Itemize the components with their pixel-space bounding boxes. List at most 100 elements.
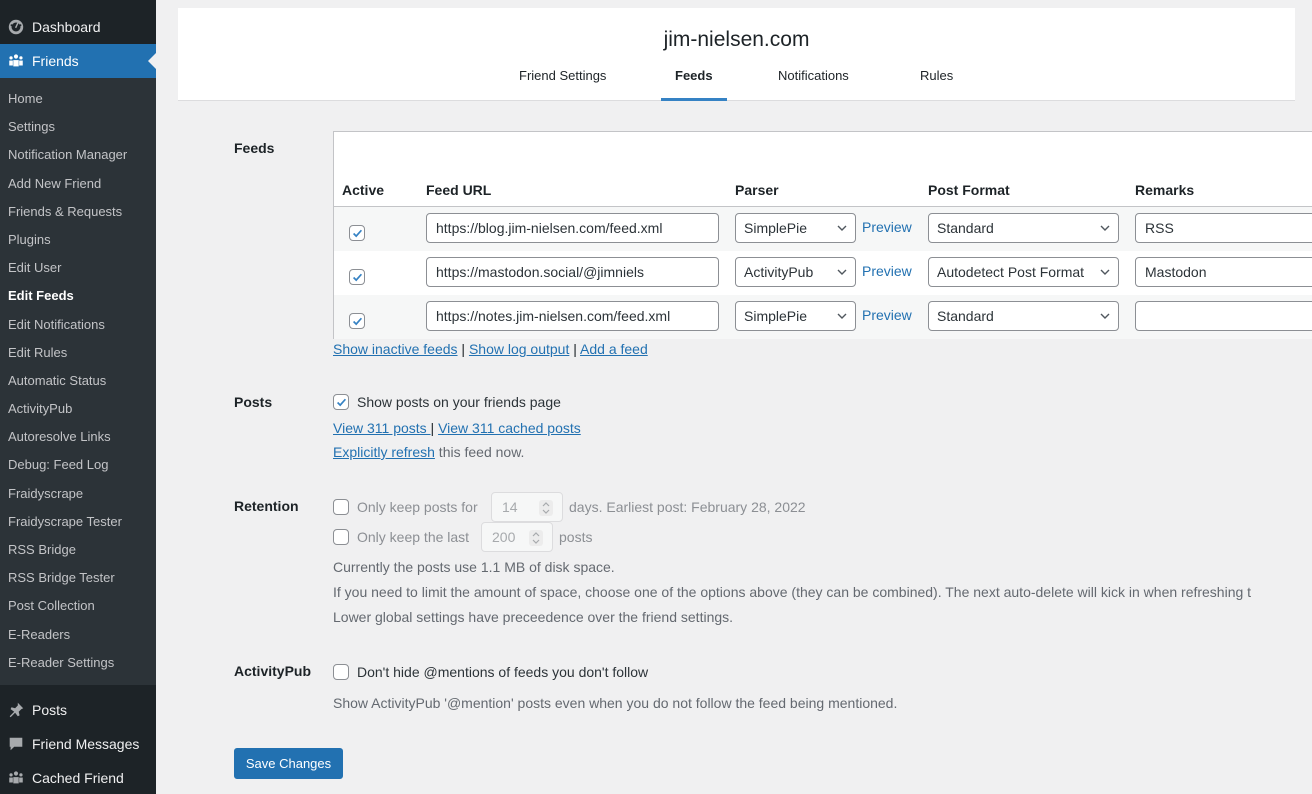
keep-last-prefix: Only keep the last [357, 529, 470, 545]
admin-sidebar: Dashboard Friends Home Settings Notifica… [0, 0, 156, 794]
tab-friend-settings[interactable]: Friend Settings [519, 68, 606, 101]
save-changes-button[interactable]: Save Changes [234, 748, 343, 779]
submenu-item-edit-feeds[interactable]: Edit Feeds [0, 282, 156, 310]
dashboard-icon [6, 17, 26, 37]
submenu-item-fraidyscrape-tester[interactable]: Fraidyscrape Tester [0, 508, 156, 536]
remarks-input[interactable] [1135, 301, 1312, 331]
show-inactive-feeds-link[interactable]: Show inactive feeds [333, 341, 458, 357]
sidebar-item-friends[interactable]: Friends [0, 44, 156, 78]
chevron-down-icon [1100, 225, 1110, 231]
parser-select-value: SimplePie [744, 308, 808, 324]
show-posts-checkbox[interactable] [333, 394, 349, 410]
feed-url-input[interactable]: https://blog.jim-nielsen.com/feed.xml [426, 213, 719, 243]
add-feed-link[interactable]: Add a feed [580, 341, 648, 357]
posts-links: View 311 posts | View 311 cached posts [333, 420, 581, 436]
preview-link[interactable]: Preview [862, 219, 912, 235]
tab-rules[interactable]: Rules [920, 68, 953, 101]
submenu-item-e-readers[interactable]: E-Readers [0, 621, 156, 649]
submenu-item-edit-notifications[interactable]: Edit Notifications [0, 311, 156, 339]
submenu-item-edit-user[interactable]: Edit User [0, 254, 156, 282]
view-cached-posts-link[interactable]: View 311 cached posts [438, 420, 581, 436]
submenu-item-add-new-friend[interactable]: Add New Friend [0, 170, 156, 198]
sidebar-item-label: Cached Friend [32, 769, 124, 786]
active-checkbox[interactable] [349, 225, 365, 241]
keep-days-input[interactable]: 14 [491, 492, 563, 522]
remarks-input[interactable]: Mastodon [1135, 257, 1312, 287]
submenu-item-post-collection[interactable]: Post Collection [0, 592, 156, 620]
explicitly-refresh-link[interactable]: Explicitly refresh [333, 444, 435, 460]
submenu-item-edit-rules[interactable]: Edit Rules [0, 339, 156, 367]
post-format-select[interactable]: Autodetect Post Format [928, 257, 1119, 287]
sidebar-item-cached-friend[interactable]: Cached Friend [0, 761, 156, 794]
parser-select[interactable]: SimplePie [735, 213, 856, 243]
link-separator: | [461, 341, 466, 357]
sidebar-item-label: Friend Messages [32, 735, 140, 752]
keep-days-value: 14 [502, 499, 518, 515]
table-row: https://blog.jim-nielsen.com/feed.xml Si… [334, 207, 1312, 251]
link-separator: | [430, 420, 435, 436]
tab-feeds[interactable]: Feeds [661, 68, 727, 101]
active-checkbox[interactable] [349, 313, 365, 329]
column-header-active: Active [342, 182, 385, 198]
keep-days-prefix: Only keep posts for [357, 499, 478, 515]
spinner-icon[interactable] [539, 500, 553, 516]
tab-notifications[interactable]: Notifications [778, 68, 849, 101]
parser-select[interactable]: ActivityPub [735, 257, 856, 287]
friends-icon [6, 51, 26, 71]
checkmark-icon [336, 398, 346, 406]
keep-days-suffix: days. Earliest post: February 28, 2022 [569, 499, 806, 515]
submenu-item-rss-bridge[interactable]: RSS Bridge [0, 536, 156, 564]
keep-last-suffix: posts [559, 529, 593, 545]
keep-last-input[interactable]: 200 [481, 522, 553, 552]
submenu-item-automatic-status[interactable]: Automatic Status [0, 367, 156, 395]
chevron-down-icon [837, 225, 847, 231]
disk-usage-text: Currently the posts use 1.1 MB of disk s… [333, 559, 615, 575]
column-header-post-format: Post Format [928, 182, 1010, 198]
global-settings-note: Lower global settings have preceedence o… [333, 609, 734, 625]
remarks-input[interactable]: RSS [1135, 213, 1312, 243]
feeds-label: Feeds [234, 140, 275, 156]
show-log-output-link[interactable]: Show log output [469, 341, 569, 357]
sidebar-item-posts[interactable]: Posts [0, 693, 156, 727]
post-format-select-value: Autodetect Post Format [937, 264, 1085, 280]
sidebar-item-label: Posts [32, 701, 68, 718]
checkmark-icon [352, 229, 362, 237]
submenu-item-activitypub[interactable]: ActivityPub [0, 395, 156, 423]
parser-select[interactable]: SimplePie [735, 301, 856, 331]
feed-url-input[interactable]: https://mastodon.social/@jimniels [426, 257, 719, 287]
submenu-item-autoresolve-links[interactable]: Autoresolve Links [0, 423, 156, 451]
dont-hide-mentions-checkbox[interactable] [333, 664, 349, 680]
submenu-item-fraidyscrape[interactable]: Fraidyscrape [0, 480, 156, 508]
submenu-item-home[interactable]: Home [0, 85, 156, 113]
feed-links: Show inactive feeds | Show log output | … [333, 341, 648, 357]
refresh-suffix: this feed now. [434, 444, 525, 460]
keep-days-checkbox[interactable] [333, 499, 349, 515]
sidebar-item-friend-messages[interactable]: Friend Messages [0, 727, 156, 761]
submenu-item-friends-requests[interactable]: Friends & Requests [0, 198, 156, 226]
post-format-select[interactable]: Standard [928, 213, 1119, 243]
view-posts-link[interactable]: View 311 posts [333, 420, 431, 436]
submenu-item-e-reader-settings[interactable]: E-Reader Settings [0, 649, 156, 677]
submenu-item-debug-feed-log[interactable]: Debug: Feed Log [0, 451, 156, 479]
submenu-item-notification-manager[interactable]: Notification Manager [0, 141, 156, 169]
column-header-remarks: Remarks [1135, 182, 1195, 198]
parser-select-value: ActivityPub [744, 264, 814, 280]
chevron-down-icon [1100, 269, 1110, 275]
submenu-item-rss-bridge-tester[interactable]: RSS Bridge Tester [0, 564, 156, 592]
feed-url-input[interactable]: https://notes.jim-nielsen.com/feed.xml [426, 301, 719, 331]
feeds-table: Active Feed URL Parser Post Format Remar… [333, 131, 1312, 339]
sidebar-item-dashboard[interactable]: Dashboard [0, 10, 156, 44]
post-format-select[interactable]: Standard [928, 301, 1119, 331]
submenu-item-plugins[interactable]: Plugins [0, 226, 156, 254]
chevron-down-icon [837, 313, 847, 319]
keep-last-checkbox[interactable] [333, 529, 349, 545]
preview-link[interactable]: Preview [862, 263, 912, 279]
table-row: https://notes.jim-nielsen.com/feed.xml S… [334, 295, 1312, 339]
active-checkbox[interactable] [349, 269, 365, 285]
spinner-icon[interactable] [529, 530, 543, 546]
submenu-item-settings[interactable]: Settings [0, 113, 156, 141]
post-format-select-value: Standard [937, 220, 994, 236]
preview-link[interactable]: Preview [862, 307, 912, 323]
table-row: https://mastodon.social/@jimniels Activi… [334, 251, 1312, 295]
sidebar-item-label: Dashboard [32, 19, 101, 35]
